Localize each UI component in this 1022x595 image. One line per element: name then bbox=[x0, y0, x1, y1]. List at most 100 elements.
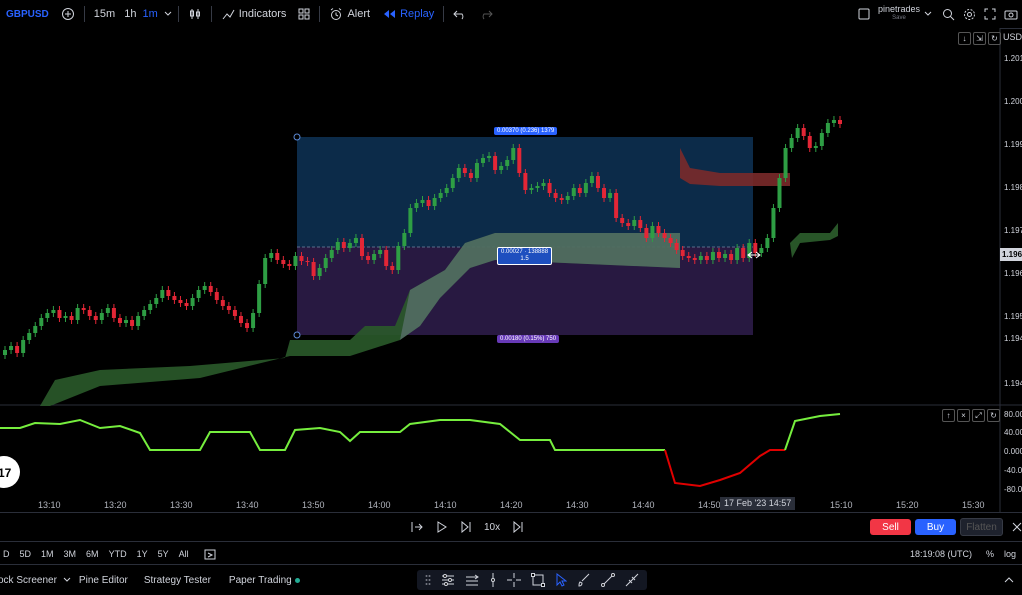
templates-button[interactable] bbox=[292, 0, 316, 28]
settings-button[interactable] bbox=[959, 0, 980, 28]
compare-button[interactable] bbox=[55, 0, 81, 28]
step-forward-icon[interactable] bbox=[460, 521, 472, 533]
candle-body bbox=[723, 254, 728, 258]
chevron-up-icon[interactable] bbox=[1004, 577, 1014, 583]
interval-1h[interactable]: 1h bbox=[121, 0, 139, 28]
percent-scale-toggle[interactable]: % bbox=[986, 549, 994, 559]
candle-body bbox=[481, 158, 486, 163]
range-6m[interactable]: 6M bbox=[81, 549, 104, 559]
tab-strategy-tester[interactable]: Strategy Tester bbox=[144, 575, 211, 586]
main-chart[interactable]: 17 bbox=[0, 28, 1022, 512]
candle-body bbox=[220, 300, 225, 306]
oscillator-tick: 80.00 bbox=[1004, 410, 1022, 419]
candle-body bbox=[263, 258, 268, 284]
range-all[interactable]: All bbox=[174, 549, 194, 559]
date-range-icon[interactable] bbox=[204, 548, 216, 560]
brush-icon[interactable] bbox=[577, 573, 591, 587]
arrow-down-icon[interactable]: ↓ bbox=[958, 32, 971, 45]
range-d[interactable]: D bbox=[0, 549, 15, 559]
candle-body bbox=[620, 218, 625, 223]
arrow-up-icon[interactable]: ↑ bbox=[942, 409, 955, 422]
chevron-down-icon[interactable] bbox=[63, 577, 71, 583]
candle-body bbox=[93, 316, 98, 320]
sell-button[interactable]: Sell bbox=[870, 519, 911, 535]
fullscreen-button[interactable] bbox=[980, 0, 1000, 28]
interval-15m[interactable]: 15m bbox=[88, 0, 121, 28]
target-label[interactable]: 0.00370 (0.236) 1379 bbox=[494, 127, 558, 135]
collapse-icon[interactable]: ⇲ bbox=[973, 32, 986, 45]
close-icon[interactable]: × bbox=[957, 409, 970, 422]
undo-button[interactable] bbox=[447, 0, 473, 28]
tab-paper-trading[interactable]: Paper Trading bbox=[229, 575, 292, 586]
tab-pine-editor[interactable]: Pine Editor bbox=[79, 575, 128, 586]
object-tree-icon[interactable] bbox=[441, 574, 455, 586]
candle-body bbox=[366, 256, 371, 260]
symbol-search[interactable]: GBPUSD bbox=[0, 0, 55, 28]
cursor-arrow-icon[interactable] bbox=[555, 573, 567, 587]
candle-body bbox=[238, 316, 243, 323]
price-tick: 1.194 bbox=[1004, 334, 1022, 343]
jump-realtime-icon[interactable] bbox=[512, 521, 524, 533]
range-5y[interactable]: 5Y bbox=[153, 549, 174, 559]
candle-body bbox=[111, 308, 116, 318]
current-price-tag: 1.196 bbox=[1000, 248, 1022, 261]
range-list: D 5D 1M 3M 6M YTD 1Y 5Y All bbox=[0, 549, 194, 559]
vertical-line-icon[interactable] bbox=[489, 573, 497, 587]
range-3m[interactable]: 3M bbox=[59, 549, 82, 559]
flatten-button[interactable]: Flatten bbox=[960, 518, 1003, 536]
maximize-icon[interactable]: ⤢ bbox=[972, 409, 985, 422]
layout-menu[interactable]: pinetrades Save bbox=[852, 0, 938, 28]
select-bar-icon[interactable] bbox=[410, 521, 424, 533]
replay-button[interactable]: Replay bbox=[376, 0, 440, 28]
close-icon[interactable] bbox=[1012, 522, 1022, 532]
candle-body bbox=[735, 248, 740, 260]
chart-pane-controls: ↓ ⇲ ↻ bbox=[956, 32, 1001, 45]
range-5d[interactable]: 5D bbox=[15, 549, 37, 559]
time-tick: 13:40 bbox=[236, 500, 259, 510]
trend-line-icon[interactable] bbox=[601, 573, 615, 587]
redo-button[interactable] bbox=[473, 0, 499, 28]
currency-label[interactable]: USD bbox=[1003, 32, 1022, 42]
drag-handle-icon[interactable] bbox=[425, 574, 431, 586]
range-1m[interactable]: 1M bbox=[36, 549, 59, 559]
candle-body bbox=[63, 316, 68, 318]
alert-button[interactable]: Alert bbox=[323, 0, 376, 28]
interval-dropdown[interactable] bbox=[161, 0, 175, 28]
tab-stock-screener[interactable]: ock Screener bbox=[0, 575, 57, 586]
snapshot-button[interactable] bbox=[1000, 0, 1022, 28]
layers-icon[interactable] bbox=[465, 574, 479, 586]
play-icon[interactable] bbox=[436, 521, 448, 533]
candle-body bbox=[305, 261, 310, 262]
candle-body bbox=[462, 168, 467, 173]
candle-body bbox=[838, 120, 842, 124]
candle-body bbox=[311, 262, 316, 276]
interval-1m[interactable]: 1m bbox=[139, 0, 160, 28]
replay-speed[interactable]: 10x bbox=[484, 522, 500, 533]
range-1y[interactable]: 1Y bbox=[132, 549, 153, 559]
candle-body bbox=[674, 243, 679, 250]
undo-icon bbox=[453, 8, 467, 20]
refresh-icon[interactable]: ↻ bbox=[987, 409, 1000, 422]
entry-label[interactable]: 0.00027 · 138888 1.5 bbox=[497, 247, 553, 265]
drawing-toolbar bbox=[417, 570, 647, 590]
tv-logo-text: 17 bbox=[0, 466, 12, 480]
layout-status: Save bbox=[892, 15, 906, 21]
chart-type-button[interactable] bbox=[182, 0, 208, 28]
refresh-icon[interactable]: ↻ bbox=[988, 32, 1001, 45]
candle-body bbox=[335, 242, 340, 250]
position-handle[interactable] bbox=[293, 133, 301, 141]
clock[interactable]: 18:19:08 (UTC) bbox=[910, 549, 972, 559]
rectangle-icon[interactable] bbox=[531, 573, 545, 587]
range-ytd[interactable]: YTD bbox=[104, 549, 132, 559]
crosshair-icon[interactable] bbox=[507, 573, 521, 587]
indicators-button[interactable]: Indicators bbox=[215, 0, 293, 28]
buy-button[interactable]: Buy bbox=[915, 519, 956, 535]
candle-body bbox=[232, 310, 237, 316]
time-tick: 14:40 bbox=[632, 500, 655, 510]
measure-icon[interactable] bbox=[625, 573, 639, 587]
price-tick: 1.201 bbox=[1004, 54, 1022, 63]
position-handle[interactable] bbox=[293, 331, 301, 339]
log-scale-toggle[interactable]: log bbox=[1004, 549, 1016, 559]
stop-label[interactable]: 0.00180 (0.15%) 750 bbox=[497, 335, 560, 343]
search-button[interactable] bbox=[938, 0, 959, 28]
